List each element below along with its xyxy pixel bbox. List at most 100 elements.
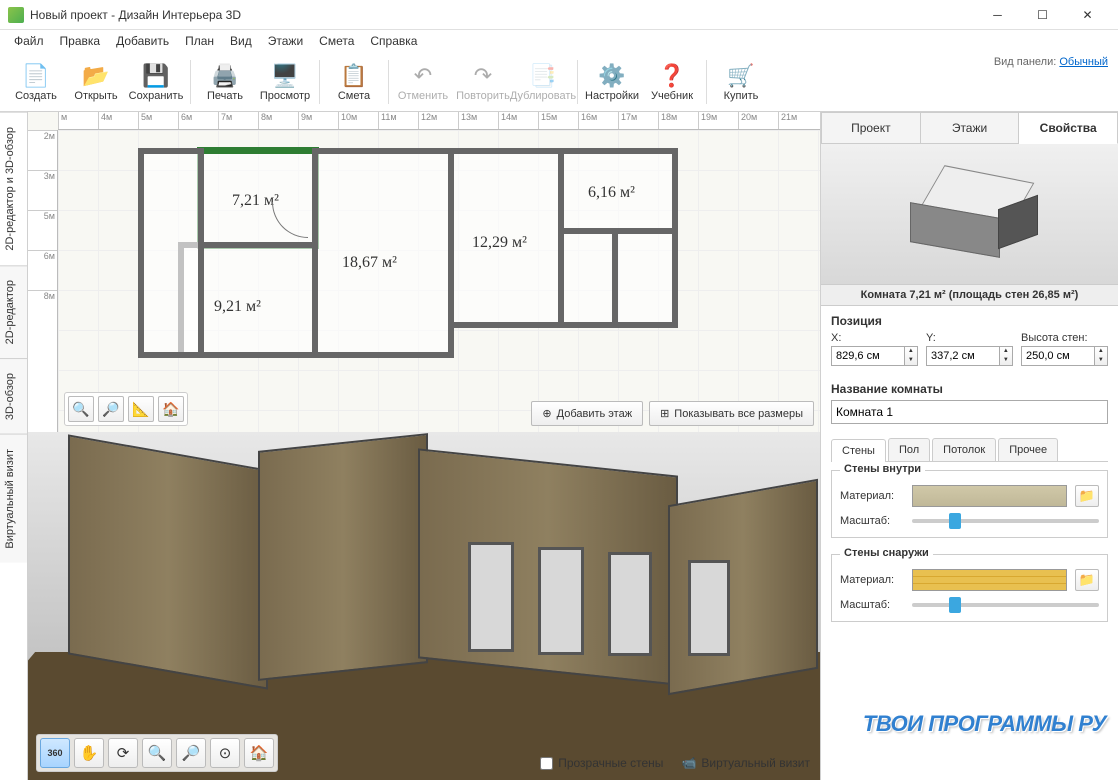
y-spinner[interactable]: ▲▼	[1000, 346, 1013, 366]
zoom-out-3d-button[interactable]: 🔍	[142, 738, 172, 768]
show-dimensions-button[interactable]: ⊞Показывать все размеры	[649, 401, 814, 426]
menu-estimate[interactable]: Смета	[311, 32, 362, 50]
room-1-selected[interactable]: 7,21 м²	[198, 148, 318, 248]
home-3d-button[interactable]: 🏠	[244, 738, 274, 768]
x-spinner[interactable]: ▲▼	[905, 346, 918, 366]
viewport-3d[interactable]: 360 ✋ ⟳ 🔍 🔎 ⊙ 🏠 Прозрачные стены 📹 Вирту…	[28, 432, 820, 780]
x-input[interactable]	[831, 346, 905, 366]
reset-view-button[interactable]: ⊙	[210, 738, 240, 768]
floppy-icon: 💾	[142, 62, 170, 90]
gear-icon: ⚙️	[598, 62, 626, 90]
subtab-other[interactable]: Прочее	[998, 438, 1058, 461]
wall-3d	[68, 434, 268, 689]
titlebar: Новый проект - Дизайн Интерьера 3D ─ ☐ ✕	[0, 0, 1118, 30]
window-3d	[468, 542, 514, 652]
scale-slider-inside[interactable]	[912, 519, 1099, 523]
settings-button[interactable]: ⚙️Настройки	[582, 54, 642, 110]
home-button[interactable]: 🏠	[158, 396, 184, 422]
menu-plan[interactable]: План	[177, 32, 222, 50]
measure-button[interactable]: 📐	[128, 396, 154, 422]
tab-floors[interactable]: Этажи	[921, 112, 1020, 144]
estimate-button[interactable]: 📋Смета	[324, 54, 384, 110]
scale-slider-outside[interactable]	[912, 603, 1099, 607]
redo-button[interactable]: ↷Повторить	[453, 54, 513, 110]
transparent-walls-checkbox[interactable]: Прозрачные стены	[540, 756, 663, 770]
minimize-button[interactable]: ─	[975, 1, 1020, 29]
tutorial-button[interactable]: ❓Учебник	[642, 54, 702, 110]
tab-2d-3d[interactable]: 2D-редактор и 3D-обзор	[0, 112, 27, 265]
duplicate-button[interactable]: 📑Дублировать	[513, 54, 573, 110]
new-file-icon: 📄	[22, 62, 50, 90]
tab-2d[interactable]: 2D-редактор	[0, 265, 27, 358]
cart-icon: 🛒	[727, 62, 755, 90]
monitor-icon: 🖥️	[271, 62, 299, 90]
orbit-icon: ⟳	[117, 744, 130, 762]
height-input[interactable]	[1021, 346, 1095, 366]
tab-virtual[interactable]: Виртуальный визит	[0, 434, 27, 563]
subtab-walls[interactable]: Стены	[831, 439, 886, 462]
wall-3d	[258, 433, 428, 681]
pan-button[interactable]: ✋	[74, 738, 104, 768]
material-swatch-outside[interactable]	[912, 569, 1067, 591]
browse-material-outside[interactable]: 📁	[1075, 569, 1099, 591]
room-info: Комната 7,21 м² (площадь стен 26,85 м²)	[821, 284, 1118, 306]
menu-view[interactable]: Вид	[222, 32, 260, 50]
orbit-button[interactable]: ⟳	[108, 738, 138, 768]
room-name-input[interactable]	[831, 400, 1108, 424]
create-button[interactable]: 📄Создать	[6, 54, 66, 110]
view-mode-link[interactable]: Обычный	[1059, 56, 1108, 68]
add-floor-button[interactable]: ⊕Добавить этаж	[531, 401, 643, 426]
room-name-section: Название комнаты	[821, 374, 1118, 432]
subtab-ceiling[interactable]: Потолок	[932, 438, 996, 461]
room-7[interactable]	[558, 228, 618, 328]
maximize-button[interactable]: ☐	[1020, 1, 1065, 29]
tab-project[interactable]: Проект	[821, 112, 921, 144]
save-button[interactable]: 💾Сохранить	[126, 54, 186, 110]
rotate360-button[interactable]: 360	[40, 738, 70, 768]
viewport-2d[interactable]: м4м5м6м7м8м9м10м11м12м13м14м15м16м17м18м…	[28, 112, 820, 432]
print-button[interactable]: 🖨️Печать	[195, 54, 255, 110]
room-6[interactable]	[138, 148, 204, 358]
room-name-heading: Название комнаты	[831, 382, 1108, 396]
close-button[interactable]: ✕	[1065, 1, 1110, 29]
menu-file[interactable]: Файл	[6, 32, 52, 50]
height-label: Высота стен:	[1021, 332, 1108, 344]
browse-material-inside[interactable]: 📁	[1075, 485, 1099, 507]
virtual-visit-checkbox[interactable]: 📹 Виртуальный визит	[681, 756, 810, 770]
scale-label: Масштаб:	[840, 515, 904, 527]
room-4[interactable]: 18,67 м²	[312, 148, 454, 358]
tab-3d[interactable]: 3D-обзор	[0, 358, 27, 434]
x-label: X:	[831, 332, 918, 344]
watermark: ТВОИ ПРОГРАММЫ РУ	[863, 711, 1106, 737]
menu-edit[interactable]: Правка	[52, 32, 109, 50]
tab-properties[interactable]: Свойства	[1019, 112, 1118, 144]
material-swatch-inside[interactable]	[912, 485, 1067, 507]
folder-icon: 📁	[1079, 488, 1095, 504]
y-input[interactable]	[926, 346, 1000, 366]
undo-button[interactable]: ↶Отменить	[393, 54, 453, 110]
clipboard-icon: 📋	[340, 62, 368, 90]
zoom-out-button[interactable]: 🔍	[68, 396, 94, 422]
add-floor-icon: ⊕	[542, 407, 551, 420]
open-button[interactable]: 📂Открыть	[66, 54, 126, 110]
menu-help[interactable]: Справка	[362, 32, 425, 50]
zoom-in-button[interactable]: 🔎	[98, 396, 124, 422]
material-label: Материал:	[840, 490, 904, 502]
height-spinner[interactable]: ▲▼	[1095, 346, 1108, 366]
door-arc-icon	[272, 202, 308, 238]
zoom-in-3d-button[interactable]: 🔎	[176, 738, 206, 768]
room-8[interactable]	[612, 228, 678, 328]
viewport2d-tools: 🔍 🔎 📐 🏠	[64, 392, 188, 426]
room-preview	[821, 144, 1118, 284]
preview-button[interactable]: 🖥️Просмотр	[255, 54, 315, 110]
menu-add[interactable]: Добавить	[108, 32, 177, 50]
room-2[interactable]: 6,16 м²	[558, 148, 678, 234]
room-3[interactable]: 12,29 м²	[448, 148, 564, 328]
buy-button[interactable]: 🛒Купить	[711, 54, 771, 110]
hand-icon: ✋	[80, 744, 99, 762]
menu-floors[interactable]: Этажи	[260, 32, 311, 50]
subtab-floor[interactable]: Пол	[888, 438, 930, 461]
viewport3d-tools: 360 ✋ ⟳ 🔍 🔎 ⊙ 🏠	[36, 734, 278, 772]
walls-inside-legend: Стены внутри	[840, 463, 925, 475]
ruler-horizontal: м4м5м6м7м8м9м10м11м12м13м14м15м16м17м18м…	[58, 112, 820, 130]
